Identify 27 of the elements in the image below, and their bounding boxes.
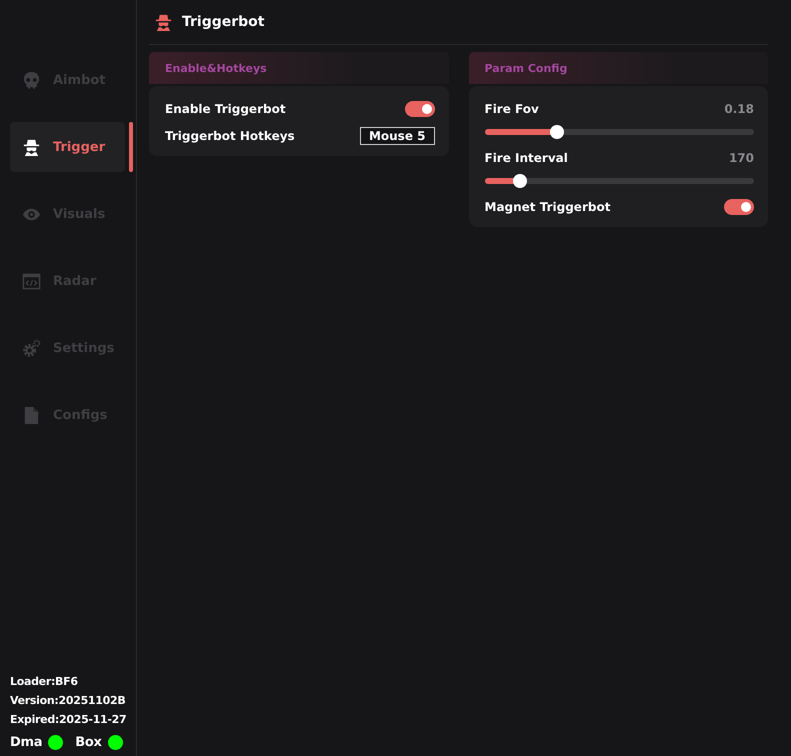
status-label: Box: [75, 735, 102, 750]
option-label: Magnet Triggerbot: [484, 200, 610, 214]
skull-icon: [22, 70, 41, 90]
gears-icon: [22, 338, 41, 358]
spy-icon: [154, 12, 173, 32]
panel-header: Enable&Hotkeys: [149, 52, 448, 84]
hotkey-button[interactable]: Mouse 5: [360, 126, 434, 144]
slider-thumb[interactable]: [550, 125, 564, 139]
info-text: Version:20251102B: [10, 694, 126, 707]
panel-header: Param Config: [468, 52, 768, 84]
toggle-switch[interactable]: [724, 198, 754, 214]
status-label: Dma: [10, 735, 42, 750]
slider-thumb[interactable]: [512, 174, 527, 188]
slider-value: 0.18: [724, 102, 754, 116]
code-window-icon: [22, 272, 41, 290]
active-indicator: [129, 122, 133, 172]
option-label: Enable Triggerbot: [165, 102, 286, 116]
slider-value: 170: [728, 150, 754, 164]
file-icon: [22, 406, 41, 424]
toggle-switch[interactable]: [404, 100, 434, 116]
option-label: Triggerbot Hotkeys: [165, 128, 295, 142]
slider-label: Fire Interval: [484, 150, 568, 164]
info-text: Loader:BF6: [10, 675, 78, 688]
info-text: Expired:2025-11-27: [10, 713, 126, 726]
slider-label: Fire Fov: [484, 102, 539, 116]
page-title: Triggerbot: [182, 14, 264, 30]
spy-icon: [22, 138, 41, 156]
